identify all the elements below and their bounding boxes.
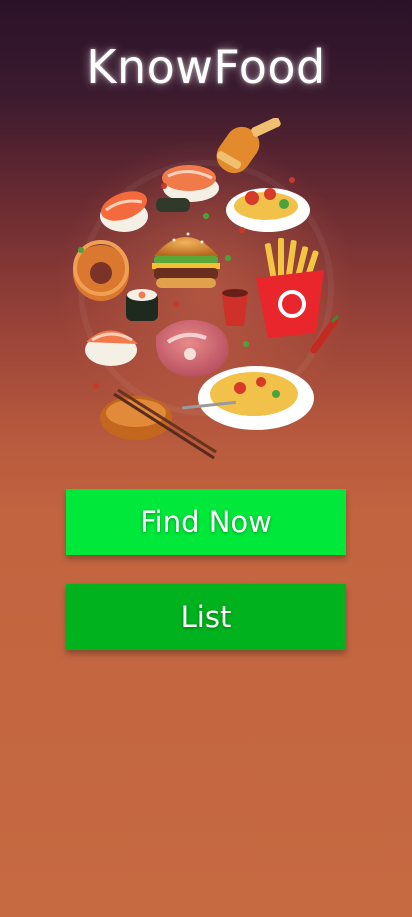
main-screen: KnowFood Find Now List <box>0 0 412 917</box>
steak-icon <box>155 319 229 377</box>
find-now-button[interactable]: Find Now <box>66 489 346 555</box>
french-fries-icon <box>256 238 324 338</box>
food-collage-illustration <box>56 118 356 468</box>
app-title: KnowFood <box>86 40 326 94</box>
sushi-roll-icon <box>126 289 158 321</box>
sauce-cup-icon <box>222 289 248 326</box>
pasta-plate-icon <box>226 188 310 232</box>
list-button[interactable]: List <box>66 584 346 650</box>
